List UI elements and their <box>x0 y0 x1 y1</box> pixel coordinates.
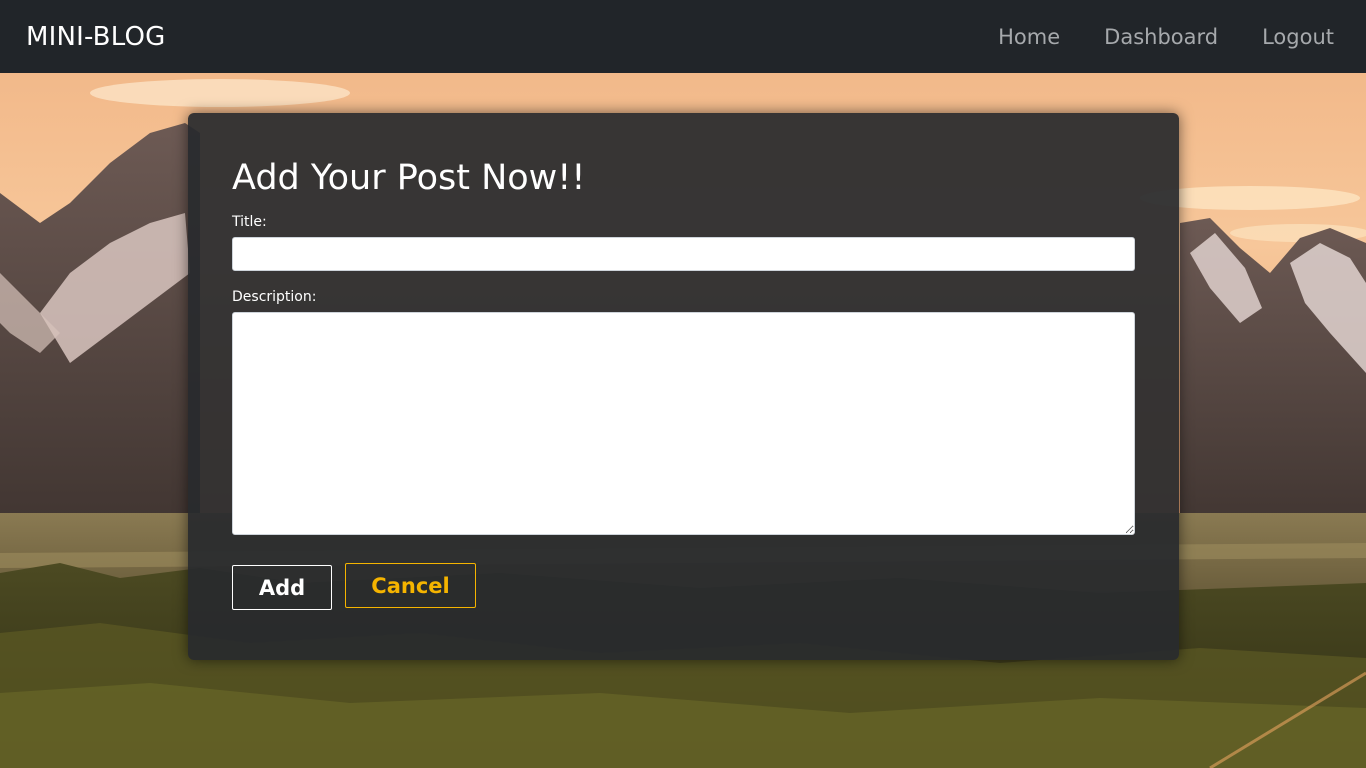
top-navbar: MINI-BLOG Home Dashboard Logout <box>0 0 1366 73</box>
add-button[interactable]: Add <box>232 565 332 610</box>
cancel-button[interactable]: Cancel <box>345 563 476 608</box>
brand-logo[interactable]: MINI-BLOG <box>26 22 165 52</box>
add-post-card: Add Your Post Now!! Title: Description: … <box>188 113 1179 660</box>
title-input[interactable] <box>232 237 1135 271</box>
description-label: Description: <box>232 289 317 305</box>
nav-link-dashboard[interactable]: Dashboard <box>1104 25 1218 49</box>
title-label: Title: <box>232 214 267 230</box>
form-actions: Add Cancel <box>232 563 1135 610</box>
nav-links: Home Dashboard Logout <box>954 25 1334 49</box>
page-title: Add Your Post Now!! <box>232 158 586 198</box>
description-textarea[interactable] <box>232 312 1135 535</box>
nav-link-logout[interactable]: Logout <box>1262 25 1334 49</box>
nav-link-home[interactable]: Home <box>998 25 1060 49</box>
